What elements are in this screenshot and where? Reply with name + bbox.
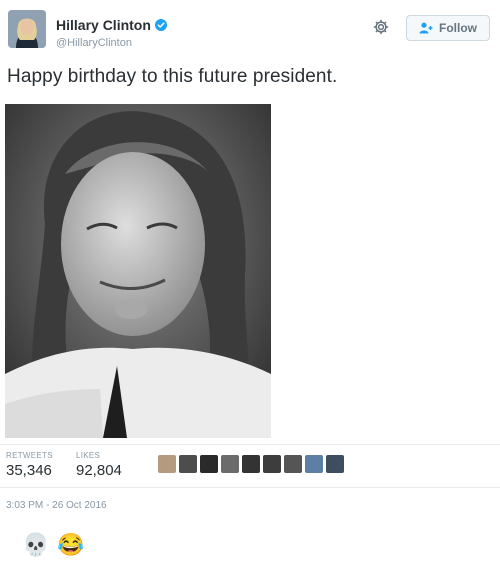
- likes-stat[interactable]: LIKES 92,804: [76, 451, 122, 479]
- skull-emoji: 💀: [22, 532, 50, 557]
- verified-badge-icon: [154, 19, 167, 31]
- likes-count: 92,804: [76, 462, 122, 479]
- retweets-count: 35,346: [6, 462, 52, 479]
- portrait-image: [5, 104, 271, 438]
- retweets-stat[interactable]: RETWEETS 35,346: [6, 451, 53, 479]
- tweet-text: Happy birthday to this future president.: [7, 66, 338, 87]
- liker-avatar[interactable]: [242, 455, 260, 473]
- tweet-photo[interactable]: [5, 104, 271, 438]
- liker-avatar[interactable]: [179, 455, 197, 473]
- timestamp[interactable]: 3:03 PM - 26 Oct 2016: [6, 500, 107, 511]
- retweets-label: RETWEETS: [6, 451, 53, 460]
- reaction-emojis: 💀 😂: [22, 532, 85, 558]
- tweet-header: Hillary Clinton @HillaryClinton Follow: [0, 0, 500, 62]
- liker-avatars: [158, 455, 344, 473]
- likes-label: LIKES: [76, 451, 101, 460]
- handle[interactable]: @HillaryClinton: [56, 37, 132, 49]
- liker-avatar[interactable]: [263, 455, 281, 473]
- liker-avatar[interactable]: [221, 455, 239, 473]
- add-user-icon: [419, 22, 433, 34]
- laughing-emoji: 😂: [57, 532, 85, 557]
- follow-label: Follow: [439, 21, 477, 35]
- liker-avatar[interactable]: [326, 455, 344, 473]
- liker-avatar[interactable]: [200, 455, 218, 473]
- avatar-image: [8, 10, 46, 48]
- liker-avatar[interactable]: [158, 455, 176, 473]
- gear-icon[interactable]: [372, 18, 390, 36]
- liker-avatar[interactable]: [284, 455, 302, 473]
- display-name[interactable]: Hillary Clinton: [56, 17, 151, 33]
- liker-avatar[interactable]: [305, 455, 323, 473]
- avatar[interactable]: [8, 10, 46, 48]
- follow-button[interactable]: Follow: [406, 15, 490, 41]
